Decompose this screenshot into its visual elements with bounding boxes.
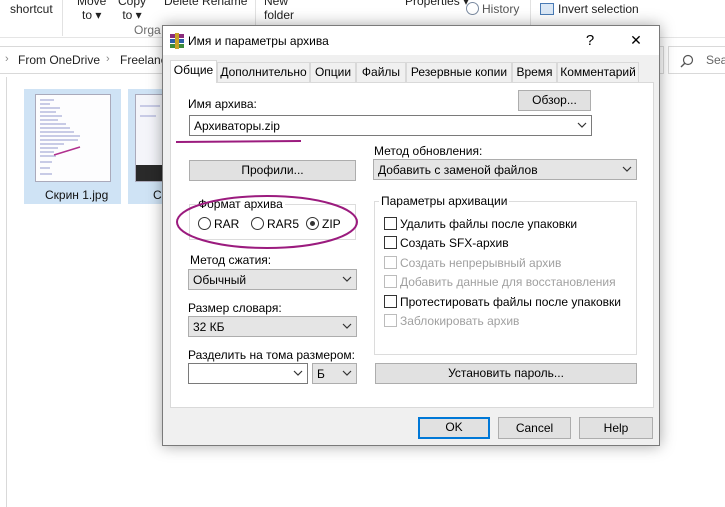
invert-selection-icon	[540, 3, 554, 15]
recovery-record-checkbox	[384, 275, 397, 288]
lock-archive-checkbox	[384, 314, 397, 327]
tab-files[interactable]: Файлы	[356, 62, 406, 82]
search-icon	[680, 54, 694, 68]
update-method-value: Добавить с заменой файлов	[378, 163, 538, 177]
recovery-record-label: Добавить данные для восстановления	[400, 275, 616, 289]
radio-zip[interactable]	[306, 217, 319, 230]
dictionary-size-value: 32 КБ	[193, 320, 225, 334]
archiving-parameters-title: Параметры архивации	[379, 194, 510, 208]
ribbon-divider	[62, 0, 63, 36]
split-unit-select[interactable]: Б	[312, 363, 357, 384]
dialog-titlebar: Имя и параметры архива ? ✕	[163, 26, 659, 55]
archive-name-value: Архиваторы.zip	[194, 119, 280, 133]
breadcrumb-item[interactable]: Freelanc	[120, 53, 167, 67]
copy-shortcut-button[interactable]: shortcut	[10, 2, 53, 16]
lock-archive-label: Заблокировать архив	[400, 314, 520, 328]
delete-after-packing-label: Удалить файлы после упаковки	[400, 217, 578, 231]
tab-advanced[interactable]: Дополнительно	[217, 62, 310, 82]
chevron-right-icon: ›	[5, 53, 9, 65]
test-after-packing-checkbox[interactable]	[384, 295, 397, 308]
search-placeholder: Sea	[706, 53, 725, 67]
move-to-label-2: to ▾	[81, 8, 102, 22]
move-to-button[interactable]: Move to ▾	[77, 0, 106, 22]
new-folder-label-1: New	[264, 0, 289, 8]
update-method-select[interactable]: Добавить с заменой файлов	[373, 159, 637, 180]
dictionary-size-label: Размер словаря:	[188, 301, 282, 315]
archive-name-combobox[interactable]: Архиваторы.zip	[189, 115, 592, 136]
navigation-pane-border	[6, 77, 7, 507]
history-label: History	[482, 2, 520, 16]
compression-method-select[interactable]: Обычный	[188, 269, 357, 290]
chevron-down-icon	[622, 166, 632, 172]
image-thumbnail	[35, 94, 111, 182]
chevron-down-icon	[293, 370, 303, 376]
compression-method-value: Обычный	[193, 273, 247, 287]
create-sfx-label: Создать SFX-архив	[400, 236, 509, 250]
general-tab-panel: Имя архива: Обзор... Архиваторы.zip Мето…	[170, 82, 654, 408]
archive-name-label: Имя архива:	[188, 97, 257, 111]
history-button[interactable]: History	[466, 2, 519, 16]
close-icon: ✕	[630, 32, 642, 48]
ok-button[interactable]: OK	[418, 417, 490, 439]
solid-archive-label: Создать непрерывный архив	[400, 256, 562, 270]
winrar-icon	[170, 33, 184, 49]
archive-name-and-parameters-dialog: Имя и параметры архива ? ✕ Общие Дополни…	[162, 25, 660, 446]
question-mark-icon: ?	[585, 32, 595, 49]
profiles-button[interactable]: Профили...	[189, 160, 356, 181]
help-titlebar-button[interactable]: ?	[567, 26, 613, 55]
tab-backup[interactable]: Резервные копии	[406, 62, 512, 82]
radio-rar5[interactable]	[251, 217, 264, 230]
chevron-down-icon	[342, 370, 352, 376]
delete-after-packing-checkbox[interactable]	[384, 217, 397, 230]
file-name: Скрин 1.jpg	[45, 188, 109, 202]
help-button[interactable]: Help	[579, 417, 653, 439]
set-password-button[interactable]: Установить пароль...	[375, 363, 637, 384]
solid-archive-checkbox	[384, 256, 397, 269]
split-unit-value: Б	[317, 367, 325, 381]
copy-to-button[interactable]: Copy to ▾	[118, 0, 146, 22]
close-button[interactable]: ✕	[613, 26, 659, 55]
new-folder-button[interactable]: New folder	[264, 0, 294, 22]
split-volume-size-combobox[interactable]	[188, 363, 308, 384]
organize-group-label: Orga	[134, 23, 161, 37]
file-item[interactable]: Скрин 1.jpg	[24, 89, 121, 204]
move-to-label-1: Move	[77, 0, 107, 8]
cancel-button[interactable]: Cancel	[498, 417, 571, 439]
create-sfx-checkbox[interactable]	[384, 236, 397, 249]
chevron-down-icon	[577, 122, 587, 128]
file-name: С	[153, 188, 162, 202]
radio-rar-label: RAR	[214, 217, 240, 231]
dictionary-size-select[interactable]: 32 КБ	[188, 316, 357, 337]
radio-selected-dot	[310, 221, 315, 226]
invert-selection-button[interactable]: Invert selection	[540, 2, 639, 16]
invert-selection-label: Invert selection	[558, 2, 639, 16]
tab-options[interactable]: Опции	[310, 62, 356, 82]
browse-button[interactable]: Обзор...	[518, 90, 591, 111]
screenshot-thumbnail-preview	[36, 95, 110, 181]
chevron-down-icon	[342, 276, 352, 282]
dialog-title: Имя и параметры архива	[188, 34, 329, 48]
properties-button[interactable]: Properties ▾	[405, 0, 469, 8]
archive-format-title: Формат архива	[196, 197, 285, 211]
chevron-down-icon	[342, 323, 352, 329]
compression-method-label: Метод сжатия:	[190, 253, 272, 267]
tab-comment[interactable]: Комментарий	[557, 62, 639, 82]
radio-rar[interactable]	[198, 217, 211, 230]
update-method-label: Метод обновления:	[374, 144, 483, 158]
history-icon	[466, 2, 479, 15]
chevron-right-icon: ›	[106, 53, 110, 65]
split-volumes-label: Разделить на тома размером:	[188, 348, 355, 362]
radio-rar5-label: RAR5	[267, 217, 300, 231]
copy-to-label-2: to ▾	[122, 8, 142, 22]
radio-zip-label: ZIP	[322, 217, 341, 231]
tab-time[interactable]: Время	[512, 62, 557, 82]
breadcrumb-item[interactable]: From OneDrive	[18, 53, 100, 67]
delete-rename-buttons[interactable]: Delete Rename	[164, 0, 247, 8]
tab-general[interactable]: Общие	[170, 60, 217, 83]
test-after-packing-label: Протестировать файлы после упаковки	[400, 295, 621, 309]
copy-to-label-1: Copy	[118, 0, 147, 8]
new-folder-label-2: folder	[264, 8, 295, 22]
